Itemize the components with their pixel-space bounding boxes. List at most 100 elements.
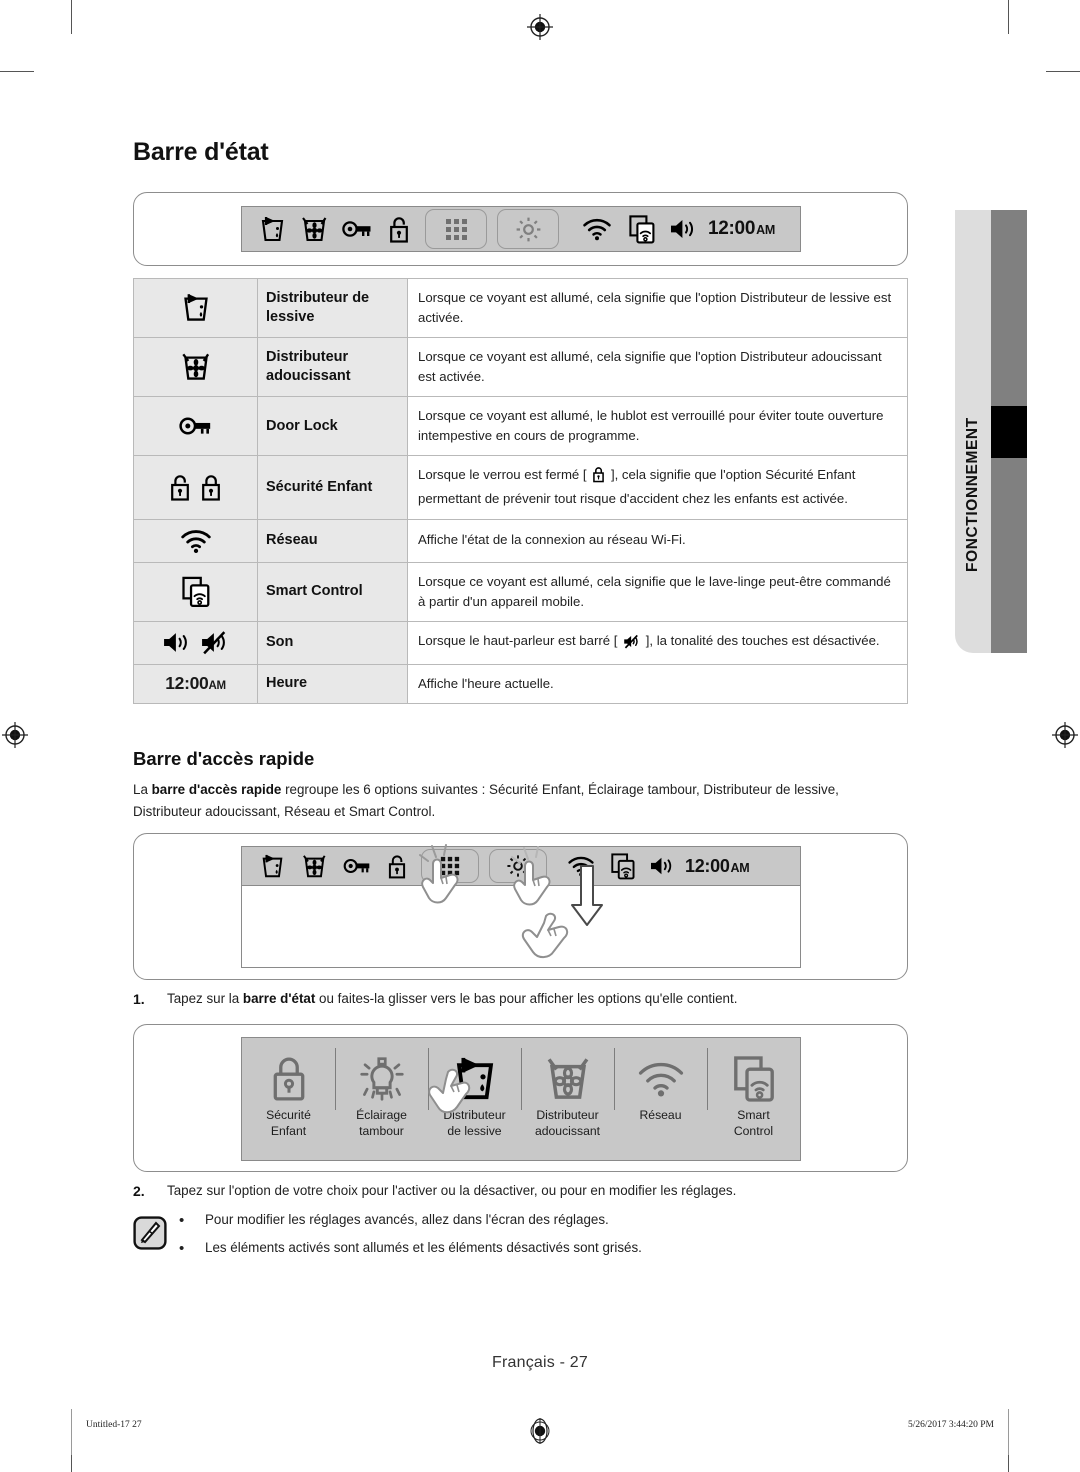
- row-icon-smart-control: [133, 561, 258, 622]
- table-row: Sécurité Enfant Lorsque le verrou est fe…: [133, 455, 908, 520]
- softener-dispenser-icon[interactable]: [293, 215, 335, 244]
- quick-access-subheading: Barre d'accès rapide: [133, 748, 315, 769]
- page-content: Barre d'état 12:00 AM Distributeur de le…: [0, 0, 1080, 1472]
- quick-access-icon-group: 12:00 AM: [242, 849, 750, 883]
- settings-gear-button[interactable]: [497, 209, 559, 249]
- table-row: Distributeur adoucissant Lorsque ce voya…: [133, 337, 908, 398]
- print-footer-left: Untitled-17 27: [86, 1420, 142, 1430]
- row-description-after: ], la tonalité des touches est désactivé…: [645, 632, 880, 648]
- row-name: Heure: [257, 663, 408, 704]
- door-lock-icon[interactable]: [335, 218, 379, 240]
- option-detergent-dispenser[interactable]: Distributeur de lessive: [428, 1038, 521, 1160]
- option-drum-light[interactable]: Éclairage tambour: [335, 1038, 428, 1160]
- table-row: Son Lorsque le haut-parleur est barré [: [133, 620, 908, 665]
- quick-access-status-strip: 12:00 AM: [241, 846, 801, 886]
- sound-on-icon[interactable]: [643, 855, 681, 877]
- child-lock-closed-icon: [592, 466, 605, 489]
- smart-control-icon: [733, 1051, 775, 1107]
- row-icon-network-wifi: [133, 518, 258, 563]
- option-network[interactable]: Réseau: [614, 1038, 707, 1160]
- clock-time: 12:00: [708, 218, 756, 239]
- row-name: Smart Control: [257, 561, 408, 622]
- row-name: Sécurité Enfant: [257, 455, 408, 520]
- step-1-text-part1: Tapez sur la: [167, 991, 243, 1006]
- clock-ampm: AM: [730, 860, 750, 875]
- option-label-line1: Éclairage: [356, 1108, 407, 1122]
- child-lock-icon: [271, 1051, 307, 1107]
- row-description: Affiche l'heure actuelle.: [407, 663, 908, 704]
- door-lock-icon[interactable]: [335, 856, 379, 876]
- row-icon-child-lock-pair: [133, 455, 258, 520]
- sound-on-icon: [164, 633, 187, 652]
- option-smart-control[interactable]: Smart Control: [707, 1038, 800, 1160]
- note-bullet-text: Les éléments activés sont allumés et les…: [205, 1239, 642, 1255]
- table-row: Distributeur de lessive Lorsque ce voyan…: [133, 277, 908, 339]
- intro-bold: barre d'accès rapide: [151, 782, 282, 797]
- quick-access-grid-button[interactable]: [421, 849, 479, 883]
- row-description-before: Lorsque le haut-parleur est barré [: [418, 632, 618, 648]
- row-icon-door-lock: [133, 396, 258, 457]
- quick-access-options-panel: Sécurité Enfant Éclairage tambour Distri…: [241, 1037, 801, 1161]
- detergent-dispenser-icon[interactable]: [251, 215, 293, 244]
- clock-value: 12:00AM: [165, 673, 226, 694]
- page-footer: Français - 27: [492, 1354, 588, 1371]
- option-label: Distributeur de lessive: [443, 1108, 505, 1139]
- table-row: Réseau Affiche l'état de la connexion au…: [133, 518, 908, 563]
- step-2-number: 2.: [133, 1183, 145, 1199]
- clock-time: 12:00: [165, 673, 209, 694]
- option-label-line2: tambour: [359, 1123, 404, 1138]
- note-bullet-text: Pour modifier les réglages avancés, alle…: [205, 1212, 609, 1227]
- detergent-dispenser-icon[interactable]: [251, 853, 293, 880]
- note-block: • Pour modifier les réglages avancés, all…: [133, 1210, 911, 1266]
- row-icon-clock: 12:00AM: [133, 663, 258, 704]
- list-item: • Les éléments activés sont allumés et le…: [179, 1238, 911, 1259]
- row-icon-sound-pair: [133, 620, 258, 665]
- child-lock-closed-icon: [202, 475, 220, 501]
- row-name: Son: [257, 620, 408, 665]
- sound-off-icon: [623, 634, 640, 655]
- quick-access-options-figure: Sécurité Enfant Éclairage tambour Distri…: [133, 1024, 908, 1172]
- step-1-text: Tapez sur la barre d'état ou faites-la g…: [167, 989, 911, 1009]
- step-2-text: Tapez sur l'option de votre choix pour l…: [167, 1181, 911, 1201]
- row-description: Lorsque le haut-parleur est barré [ ], l…: [407, 620, 908, 665]
- drag-down-arrow: [570, 865, 604, 932]
- option-label-line1: Réseau: [639, 1108, 682, 1122]
- print-footer-right: 5/26/2017 3:44:20 PM: [907, 1420, 994, 1430]
- row-description: Lorsque ce voyant est allumé, cela signi…: [407, 277, 908, 339]
- network-wifi-icon: [637, 1051, 685, 1107]
- child-lock-open-icon[interactable]: [379, 215, 419, 244]
- sound-on-icon[interactable]: [663, 217, 703, 241]
- quick-access-grid-button[interactable]: [425, 209, 487, 249]
- child-lock-open-icon[interactable]: [379, 853, 415, 880]
- bullet-dot: •: [179, 1212, 185, 1229]
- softener-dispenser-icon[interactable]: [293, 853, 335, 880]
- option-label-line2: Control: [733, 1123, 774, 1138]
- row-description-before: Lorsque le verrou est fermé [: [418, 467, 587, 483]
- smart-control-icon[interactable]: [621, 214, 663, 244]
- row-name: Distributeur adoucissant: [257, 337, 408, 398]
- intro-part1: La: [133, 782, 152, 797]
- row-icon-softener-dispenser: [133, 337, 258, 398]
- option-label: Éclairage tambour: [356, 1108, 407, 1139]
- option-label-line2: Enfant: [270, 1123, 307, 1138]
- row-name: Door Lock: [257, 396, 408, 457]
- step-2: 2. Tapez sur l'option de votre choix pou…: [133, 1181, 911, 1201]
- option-child-lock[interactable]: Sécurité Enfant: [242, 1038, 335, 1160]
- bullet-dot: •: [179, 1239, 185, 1257]
- quick-access-drag-figure: 12:00 AM: [133, 833, 908, 980]
- option-label: Distributeur adoucissant: [535, 1108, 600, 1139]
- settings-gear-button[interactable]: [489, 849, 547, 883]
- note-bullet-list: • Pour modifier les réglages avancés, all…: [179, 1210, 911, 1259]
- status-bar-icon-table: Distributeur de lessive Lorsque ce voyan…: [133, 277, 908, 704]
- option-label-line2: de lessive: [447, 1123, 502, 1138]
- row-description: Lorsque ce voyant est allumé, cela signi…: [407, 561, 908, 622]
- option-label-line1: Distributeur: [536, 1108, 599, 1122]
- child-lock-open-icon: [171, 475, 189, 501]
- smart-control-icon[interactable]: [603, 852, 643, 880]
- drum-light-icon: [359, 1051, 405, 1107]
- network-wifi-icon[interactable]: [573, 217, 621, 241]
- row-icon-detergent-dispenser: [133, 277, 258, 339]
- option-softener-dispenser[interactable]: Distributeur adoucissant: [521, 1038, 614, 1160]
- list-item: • Pour modifier les réglages avancés, all…: [179, 1210, 911, 1231]
- step-1-text-part2: ou faites-la glisser vers le bas pour af…: [315, 991, 738, 1006]
